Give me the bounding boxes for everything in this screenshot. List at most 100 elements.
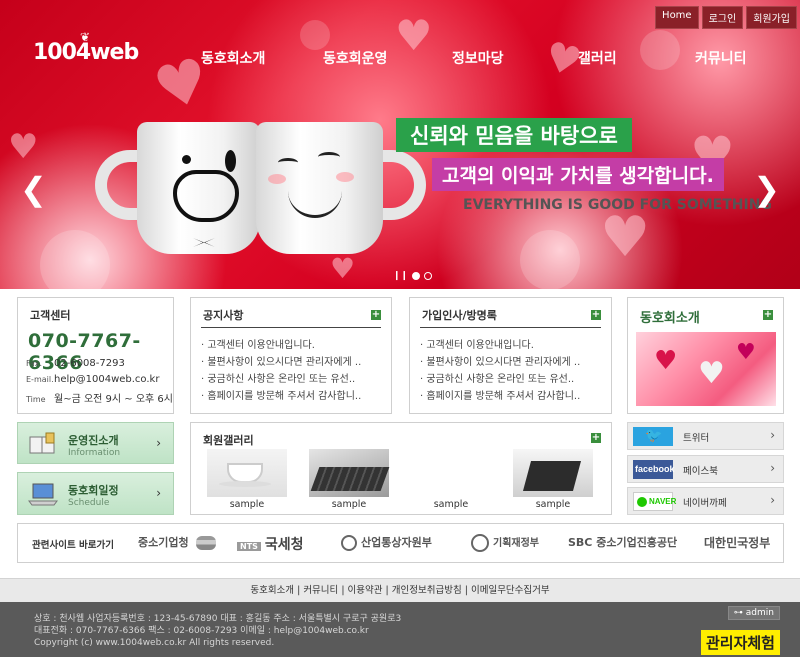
heart-icon: ♥	[736, 340, 756, 365]
footer: 상호 : 천사웹 사업자등록번호 : 123-45-67890 대표 : 홍길동…	[0, 602, 800, 657]
related-site-link[interactable]: SBC 중소기업진흥공단	[568, 534, 677, 550]
plus-icon[interactable]: +	[371, 310, 381, 320]
bokeh-decoration	[520, 230, 580, 289]
sns-twitter[interactable]: 🐦 트위터 ›	[627, 422, 784, 450]
club-schedule-sub: Schedule	[68, 498, 110, 508]
gallery-thumbnail[interactable]	[513, 449, 593, 497]
list-item[interactable]: · 불편사항이 있으시다면 관리자에게 ..	[201, 353, 361, 370]
hero-slogan-english: EVERYTHING IS GOOD FOR SOMETHING	[463, 197, 772, 213]
club-schedule-button[interactable]: 동호회일정 Schedule ›	[17, 472, 174, 515]
divider	[201, 327, 381, 328]
admin-login-button[interactable]: ⊶ admin	[727, 606, 780, 620]
related-site-link[interactable]: NTS 국세청	[237, 534, 304, 554]
wing-icon: ❦	[80, 30, 90, 44]
gallery-caption[interactable]: sample	[411, 499, 491, 510]
notice-list: · 고객센터 이용안내입니다. · 불편사항이 있으시다면 관리자에게 .. ·…	[201, 336, 361, 404]
related-site-link[interactable]: 대한민국정부	[704, 534, 770, 551]
footer-link[interactable]: 개인정보취급방침	[392, 585, 462, 596]
signup-link[interactable]: 회원가입	[746, 6, 797, 29]
sns-facebook[interactable]: facebook 페이스북 ›	[627, 455, 784, 483]
chevron-right-icon[interactable]: ❯	[753, 170, 780, 208]
heart-icon: ♥	[654, 346, 678, 376]
list-item[interactable]: · 궁금하신 사항은 온라인 또는 유선..	[420, 370, 580, 387]
nav-item-community[interactable]: 커뮤니티	[695, 48, 747, 68]
bowtie-icon	[193, 238, 215, 247]
footer-link[interactable]: 동호회소개	[250, 585, 294, 596]
list-item[interactable]: · 궁금하신 사항은 온라인 또는 유선..	[201, 370, 361, 387]
mug-mouth	[288, 184, 342, 218]
club-intro-image[interactable]: ♥ ♥ ♥	[636, 332, 776, 406]
nts-logo-icon: NTS	[237, 541, 261, 551]
guestbook-list: · 고객센터 이용안내입니다. · 불편사항이 있으시다면 관리자에게 .. ·…	[420, 336, 580, 404]
email-value: help@1004web.co.kr	[54, 374, 160, 385]
related-sites-bar: 관련사이트 바로가기 중소기업청 NTS 국세청 산업통상자원부 기획재정부 SB…	[17, 523, 784, 563]
key-icon: ⊶	[733, 608, 743, 618]
sns-naver[interactable]: NAVER 네이버까페 ›	[627, 487, 784, 515]
sns-twitter-label: 트위터	[683, 433, 710, 444]
footer-link[interactable]: 커뮤니티	[303, 585, 338, 596]
footer-link[interactable]: 이용약관	[348, 585, 383, 596]
bokeh-decoration	[40, 230, 110, 289]
fax-value: 02-6008-7293	[54, 358, 125, 369]
list-item[interactable]: · 고객센터 이용안내입니다.	[201, 336, 361, 353]
nav-item-club-operation[interactable]: 동호회운영	[323, 48, 387, 68]
guestbook-title: 가입인사/방명록	[422, 309, 497, 322]
heart-icon: ♥	[698, 356, 725, 391]
sns-naver-label: 네이버까페	[683, 498, 727, 509]
related-site-label: 산업통상자원부	[361, 536, 432, 549]
home-link[interactable]: Home	[655, 6, 699, 29]
gallery-thumbnail[interactable]	[309, 449, 390, 497]
admin-demo-button[interactable]: 관리자체험	[700, 630, 780, 655]
nav-item-info[interactable]: 정보마당	[452, 48, 504, 68]
divider	[420, 327, 601, 328]
customer-center-box: 고객센터 070-7767-6366 Fax. 02-6008-7293 E-ma…	[17, 297, 174, 414]
related-site-link[interactable]: 기획재정부	[471, 534, 539, 552]
related-site-label: 기획재정부	[493, 538, 539, 549]
time-value: 월~금 오전 9시 ~ 오후 6시	[54, 394, 173, 405]
footer-link[interactable]: 이메일무단수집거부	[471, 585, 550, 596]
related-sites-title: 관련사이트 바로가기	[32, 540, 114, 551]
gallery-thumbnail[interactable]	[207, 449, 287, 497]
nav-item-club-intro[interactable]: 동호회소개	[201, 48, 265, 68]
plus-icon[interactable]: +	[763, 310, 773, 320]
chevron-right-icon: ›	[770, 428, 775, 442]
chevron-right-icon: ›	[770, 461, 775, 475]
sme-logo-icon	[196, 536, 217, 550]
list-item[interactable]: · 홈페이지를 방문해 주셔서 감사합니..	[420, 387, 580, 404]
related-site-label: 국세청	[264, 537, 304, 553]
guestbook-box: 가입인사/방명록 + · 고객센터 이용안내입니다. · 불편사항이 있으시다면…	[409, 297, 612, 414]
keyboard-icon	[310, 467, 390, 491]
related-site-label: SBC 중소기업진흥공단	[568, 536, 678, 549]
gallery-caption: sample	[535, 499, 571, 510]
sns-facebook-label: 페이스북	[683, 466, 718, 477]
related-site-link[interactable]: 산업통상자원부	[341, 534, 432, 551]
staff-intro-button[interactable]: 운영진소개 Information ›	[17, 422, 174, 464]
mug-eye	[278, 158, 298, 167]
related-site-link[interactable]: 중소기업청	[138, 534, 217, 550]
naver-icon: NAVER	[633, 492, 676, 511]
list-item[interactable]: · 홈페이지를 방문해 주셔서 감사합니..	[201, 387, 361, 404]
hero-slogan-sub: 고객의 이익과 가치를 생각합니다.	[432, 158, 724, 191]
time-label: Time	[26, 395, 46, 404]
login-link[interactable]: 로그인	[701, 6, 744, 29]
plus-icon[interactable]: +	[591, 433, 601, 443]
heart-icon: ♥	[600, 205, 651, 270]
chevron-left-icon[interactable]: ❮	[20, 170, 47, 208]
mug-eye	[318, 152, 340, 162]
admin-label: admin	[745, 608, 774, 618]
list-item[interactable]: · 불편사항이 있으시다면 관리자에게 ..	[420, 353, 580, 370]
facebook-icon: facebook	[633, 460, 675, 479]
list-item[interactable]: · 고객센터 이용안내입니다.	[420, 336, 580, 353]
gallery-title: 회원갤러리	[203, 434, 254, 447]
mug-mouth	[173, 170, 239, 222]
slide-dot-1[interactable]	[412, 272, 421, 280]
slide-dot-2[interactable]	[424, 272, 433, 280]
government-emblem-icon	[341, 535, 357, 551]
plus-icon[interactable]: +	[591, 310, 601, 320]
nav-item-gallery[interactable]: 갤러리	[578, 48, 617, 68]
mug-right-illustration	[256, 122, 383, 254]
related-site-label: 중소기업청	[138, 536, 189, 549]
notice-title: 공지사항	[203, 309, 244, 322]
pause-icon[interactable]: ❙❙	[393, 271, 408, 281]
hero-slogan-main: 신뢰와 믿음을 바탕으로	[396, 118, 632, 152]
